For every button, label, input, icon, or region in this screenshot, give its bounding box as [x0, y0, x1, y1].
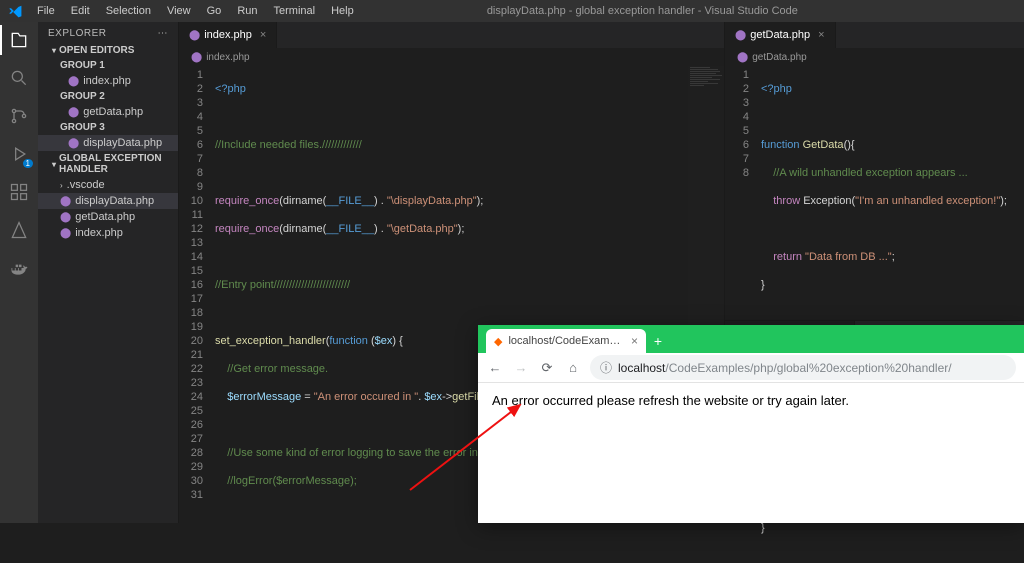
browser-window: ◆ localhost/CodeExamples/php/gl × + ← → … [478, 325, 1024, 523]
docker-icon[interactable] [7, 256, 31, 280]
browser-viewport: An error occurred please refresh the web… [478, 383, 1024, 523]
tab-bar: ⬤index.php× [179, 22, 724, 48]
php-file-icon: ⬤ [737, 52, 748, 63]
menu-selection[interactable]: Selection [99, 2, 158, 20]
php-file-icon: ⬤ [68, 107, 79, 118]
open-editor-item[interactable]: ⬤index.php [38, 73, 178, 89]
group-3-label: GROUP 3 [38, 120, 178, 135]
window-title: displayData.php - global exception handl… [361, 5, 924, 17]
php-file-icon: ⬤ [191, 52, 202, 63]
group-1-label: GROUP 1 [38, 58, 178, 73]
close-icon[interactable]: × [631, 334, 638, 348]
azure-icon[interactable] [7, 218, 31, 242]
site-info-icon[interactable]: ⓘ [600, 359, 612, 376]
code-editor[interactable]: 12345678 <?php function GetData(){ //A w… [725, 66, 1024, 320]
php-file-icon: ⬤ [60, 212, 71, 223]
php-file-icon: ⬤ [735, 30, 746, 41]
menu-file[interactable]: File [30, 2, 62, 20]
menu-edit[interactable]: Edit [64, 2, 97, 20]
debug-icon[interactable]: 1 [7, 142, 31, 166]
php-file-icon: ⬤ [189, 30, 200, 41]
menu-view[interactable]: View [160, 2, 198, 20]
page-text: An error occurred please refresh the web… [492, 393, 849, 408]
tab-index-php[interactable]: ⬤index.php× [179, 22, 277, 48]
forward-icon[interactable]: → [512, 360, 530, 375]
activity-bar: 1 [0, 22, 38, 523]
file-item[interactable]: ⬤index.php [38, 225, 178, 241]
menu-bar: File Edit Selection View Go Run Terminal… [30, 2, 361, 20]
folder-item[interactable]: ›.vscode [38, 177, 178, 193]
php-file-icon: ⬤ [68, 138, 79, 149]
php-file-icon: ⬤ [60, 228, 71, 239]
group-2-label: GROUP 2 [38, 89, 178, 104]
open-editors-section[interactable]: ▾OPEN EDITORS [38, 43, 178, 58]
browser-tab[interactable]: ◆ localhost/CodeExamples/php/gl × [486, 329, 646, 353]
more-icon[interactable]: ⋯ [158, 28, 169, 39]
favicon-icon: ◆ [494, 335, 502, 348]
menu-go[interactable]: Go [200, 2, 229, 20]
project-section[interactable]: ▾GLOBAL EXCEPTION HANDLER [38, 151, 178, 177]
tab-getdata-php[interactable]: ⬤getData.php× [725, 22, 836, 48]
title-bar: File Edit Selection View Go Run Terminal… [0, 0, 1024, 22]
line-gutter: 1234567891011121314151617181920212223242… [179, 66, 209, 523]
new-tab-button[interactable]: + [646, 329, 670, 353]
open-editor-item[interactable]: ⬤displayData.php [38, 135, 178, 151]
url-bar[interactable]: ⓘ localhost/CodeExamples/php/global%20ex… [590, 355, 1016, 380]
browser-tab-bar: ◆ localhost/CodeExamples/php/gl × + [478, 325, 1024, 353]
open-editor-item[interactable]: ⬤getData.php [38, 104, 178, 120]
back-icon[interactable]: ← [486, 360, 504, 375]
code-content[interactable]: <?php function GetData(){ //A wild unhan… [755, 66, 1024, 320]
file-item[interactable]: ⬤getData.php [38, 209, 178, 225]
chevron-right-icon: › [60, 181, 63, 190]
search-icon[interactable] [7, 66, 31, 90]
debug-badge: 1 [23, 159, 33, 168]
menu-terminal[interactable]: Terminal [267, 2, 323, 20]
php-file-icon: ⬤ [60, 196, 71, 207]
tab-bar: ⬤getData.php× [725, 22, 1024, 48]
menu-help[interactable]: Help [324, 2, 361, 20]
breadcrumb[interactable]: ⬤getData.php [725, 48, 1024, 66]
home-icon[interactable]: ⌂ [564, 360, 582, 375]
source-control-icon[interactable] [7, 104, 31, 128]
breadcrumb[interactable]: ⬤index.php [179, 48, 724, 66]
browser-tab-title: localhost/CodeExamples/php/gl [508, 335, 625, 347]
close-icon[interactable]: × [260, 29, 266, 41]
menu-run[interactable]: Run [230, 2, 264, 20]
explorer-icon[interactable] [7, 28, 31, 52]
explorer-sidebar: EXPLORER⋯ ▾OPEN EDITORS GROUP 1 ⬤index.p… [38, 22, 178, 523]
line-gutter: 12345678 [725, 66, 755, 320]
reload-icon[interactable]: ⟳ [538, 360, 556, 376]
file-item[interactable]: ⬤displayData.php [38, 193, 178, 209]
extensions-icon[interactable] [7, 180, 31, 204]
close-icon[interactable]: × [818, 29, 824, 41]
php-file-icon: ⬤ [68, 76, 79, 87]
explorer-title: EXPLORER⋯ [38, 22, 178, 43]
vscode-logo-icon [0, 4, 30, 18]
browser-toolbar: ← → ⟳ ⌂ ⓘ localhost/CodeExamples/php/glo… [478, 353, 1024, 383]
